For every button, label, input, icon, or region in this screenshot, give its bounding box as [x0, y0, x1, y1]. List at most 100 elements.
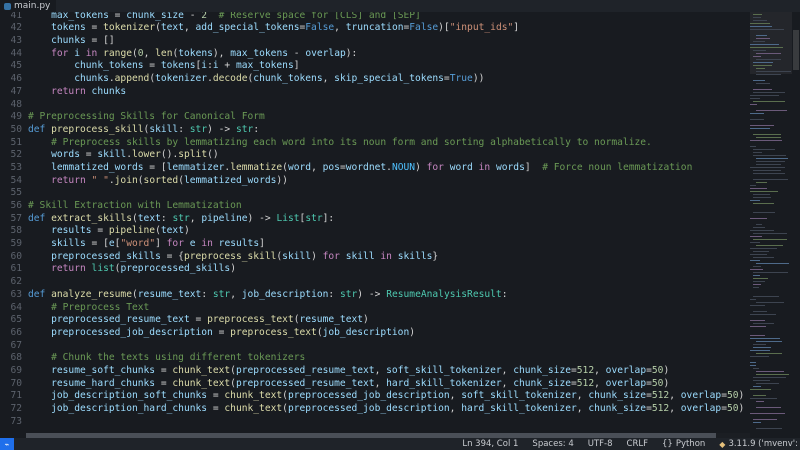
code-line[interactable]: 72 job_description_hard_chunks = chunk_t…: [0, 403, 750, 416]
minimap-line: [756, 158, 788, 159]
minimap-line: [750, 128, 770, 129]
code-editor[interactable]: 40def chunk_text(text: str, tokenizer, c…: [0, 0, 750, 433]
tab-filename: main.py: [14, 1, 51, 11]
minimap-line: [756, 35, 767, 36]
line-code: chunks = []: [51, 35, 115, 47]
minimap-line: [753, 101, 785, 102]
code-line[interactable]: 55: [0, 187, 750, 200]
line-number: 65: [10, 314, 22, 326]
line-number: 63: [10, 288, 22, 300]
minimap-line: [750, 119, 764, 120]
minimap-line: [750, 335, 765, 336]
code-line[interactable]: 46 chunks.append(tokenizer.decode(chunk_…: [0, 73, 750, 86]
minimap-line: [750, 188, 767, 189]
code-line[interactable]: 52 words = skill.lower().split(): [0, 149, 750, 162]
python-interpreter[interactable]: ◆ 3.11.9 ('mvenv':: [719, 439, 798, 449]
minimap-line: [753, 50, 766, 51]
line-code: # Preprocess skills by lemmatizing each …: [51, 136, 652, 148]
line-number: 48: [10, 98, 22, 110]
code-lines: 40def chunk_text(text: str, tokenizer, c…: [0, 0, 750, 428]
line-code: # Preprocess Text: [51, 301, 150, 313]
code-line[interactable]: 48: [0, 99, 750, 112]
minimap-line: [756, 302, 784, 303]
code-line[interactable]: 44 for i in range(0, len(tokens), max_to…: [0, 48, 750, 61]
minimap-line: [753, 152, 762, 153]
minimap-line: [750, 389, 771, 390]
code-line[interactable]: 67: [0, 340, 750, 353]
minimap-line: [756, 137, 781, 138]
code-line[interactable]: 63 def analyze_resume(resume_text: str, j…: [0, 289, 750, 302]
line-code: lemmatized_words = [lemmatizer.lemmatize…: [51, 161, 693, 173]
line-number: 73: [10, 415, 22, 427]
minimap-line: [750, 236, 762, 237]
minimap-line: [750, 320, 765, 321]
code-line[interactable]: 58 results = pipeline(text): [0, 225, 750, 238]
code-line[interactable]: 61 return list(preprocessed_skills): [0, 263, 750, 276]
minimap-line: [753, 197, 771, 198]
language-mode[interactable]: {} Python: [662, 439, 705, 449]
code-line[interactable]: 45 chunk_tokens = tokens[i:i + max_token…: [0, 60, 750, 73]
code-line[interactable]: 65 preprocessed_resume_text = preprocess…: [0, 314, 750, 327]
minimap-line: [753, 173, 785, 174]
code-line[interactable]: 70 resume_hard_chunks = chunk_text(prepr…: [0, 378, 750, 391]
vertical-scrollbar[interactable]: [792, 12, 800, 433]
line-number: 69: [10, 364, 22, 376]
indentation-setting[interactable]: Spaces: 4: [532, 439, 573, 449]
minimap-line: [750, 356, 769, 357]
minimap-line: [750, 299, 756, 300]
minimap-line: [753, 92, 785, 93]
code-line[interactable]: 51 # Preprocess skills by lemmatizing ea…: [0, 137, 750, 150]
line-number: 62: [10, 276, 22, 288]
vscode-window: 40def chunk_text(text: str, tokenizer, c…: [0, 0, 800, 450]
minimap-line: [753, 62, 773, 63]
minimap-line: [750, 242, 760, 243]
line-number: 55: [10, 187, 22, 199]
minimap-line: [753, 278, 768, 279]
cursor-position[interactable]: Ln 394, Col 1: [462, 439, 518, 449]
minimap-line: [753, 272, 788, 273]
tab-main-py[interactable]: main.py: [0, 0, 57, 12]
code-line[interactable]: 62: [0, 276, 750, 289]
eol-setting[interactable]: CRLF: [627, 439, 648, 449]
code-line[interactable]: 59 skills = [e["word"] for e in results]: [0, 238, 750, 251]
line-code: preprocessed_skills = {preprocess_skill(…: [51, 250, 439, 262]
code-line[interactable]: 50 def preprocess_skill(skill: str) -> st…: [0, 124, 750, 137]
code-line[interactable]: 57 def extract_skills(text: str, pipeline…: [0, 213, 750, 226]
line-number: 58: [10, 225, 22, 237]
minimap-line: [753, 344, 766, 345]
code-line[interactable]: 71 job_description_soft_chunks = chunk_t…: [0, 390, 750, 403]
vertical-scrollbar-thumb[interactable]: [793, 30, 799, 70]
line-code: resume_hard_chunks = chunk_text(preproce…: [51, 377, 670, 389]
minimap-line: [753, 203, 774, 204]
code-line[interactable]: 43 chunks = []: [0, 35, 750, 48]
minimap-line: [753, 284, 761, 285]
minimap-line: [750, 23, 770, 24]
code-line[interactable]: 69 resume_soft_chunks = chunk_text(prepr…: [0, 365, 750, 378]
minimap-line: [753, 41, 765, 42]
code-line[interactable]: 60 preprocessed_skills = {preprocess_ski…: [0, 251, 750, 264]
minimap-line: [753, 368, 759, 369]
code-line[interactable]: 54 return " ".join(sorted(lemmatized_wor…: [0, 175, 750, 188]
code-line[interactable]: 47 return chunks: [0, 86, 750, 99]
code-line[interactable]: 53 lemmatized_words = [lemmatizer.lemmat…: [0, 162, 750, 175]
line-code: # Preprocessing Skills for Canonical For…: [28, 111, 265, 123]
minimap-line: [753, 89, 772, 90]
minimap-line: [750, 248, 777, 249]
minimap-line: [753, 80, 765, 81]
code-line[interactable]: 64 # Preprocess Text: [0, 302, 750, 315]
line-number: 46: [10, 73, 22, 85]
code-line[interactable]: 73: [0, 416, 750, 429]
line-code: resume_soft_chunks = chunk_text(preproce…: [51, 364, 670, 376]
code-line[interactable]: 49 # Preprocessing Skills for Canonical F…: [0, 111, 750, 124]
encoding-setting[interactable]: UTF-8: [588, 439, 613, 449]
python-icon: ◆: [719, 439, 726, 449]
code-line[interactable]: 42 tokens = tokenizer(text, add_special_…: [0, 22, 750, 35]
code-line[interactable]: 56 # Skill Extraction with Lemmatization: [0, 200, 750, 213]
minimap-line: [750, 362, 756, 363]
code-line[interactable]: 66 preprocessed_job_description = prepro…: [0, 327, 750, 340]
remote-indicator-icon[interactable]: ⌁: [0, 438, 14, 450]
code-line[interactable]: 68 # Chunk the texts using different tok…: [0, 352, 750, 365]
minimap-line: [756, 110, 787, 111]
minimap[interactable]: [750, 12, 792, 433]
minimap-line: [753, 380, 770, 381]
